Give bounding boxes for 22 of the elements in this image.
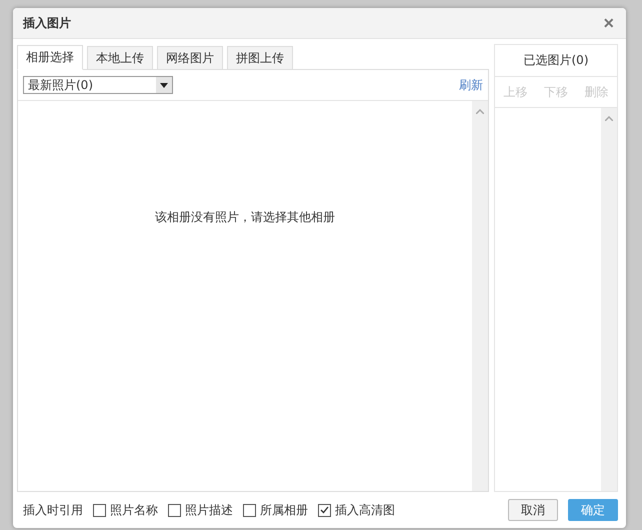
checkbox[interactable]: [93, 504, 106, 516]
refresh-link[interactable]: 刷新: [459, 76, 483, 94]
window-title: 插入图片: [23, 14, 71, 32]
tab[interactable]: 网络图片: [157, 46, 223, 70]
checkbox[interactable]: [243, 504, 256, 516]
scrollbar[interactable]: [472, 101, 488, 491]
insert-label: 插入时引用: [23, 502, 83, 518]
checkbox-label: 所属相册: [260, 502, 308, 518]
scrollbar[interactable]: [601, 108, 617, 491]
empty-message: 该相册没有照片，请选择其他相册: [155, 209, 335, 225]
close-button[interactable]: ×: [603, 14, 614, 32]
tab[interactable]: 拼图上传: [227, 46, 293, 70]
album-dropdown[interactable]: 最新照片(0): [23, 76, 173, 94]
checkbox-label: 照片名称: [110, 502, 158, 518]
cancel-button[interactable]: 取消: [508, 499, 558, 521]
checkbox-label: 照片描述: [185, 502, 233, 518]
checkbox-label: 插入高清图: [335, 502, 395, 518]
tab[interactable]: 相册选择: [17, 45, 83, 70]
tab[interactable]: 本地上传: [87, 46, 153, 70]
panel-title: 已选图片(0): [524, 52, 588, 69]
checkbox[interactable]: [168, 504, 181, 516]
checkbox[interactable]: [318, 504, 331, 516]
